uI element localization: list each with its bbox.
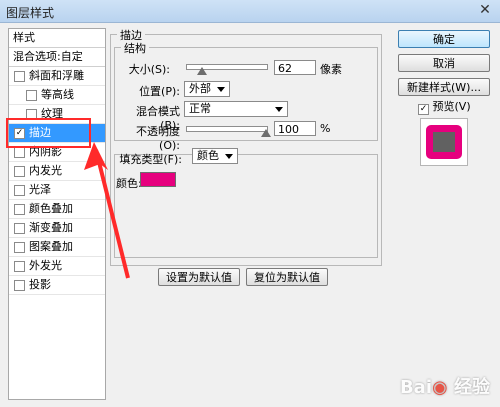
- layer-style-dialog: 图层样式 ✕ 样式 混合选项:自定 斜面和浮雕 等高线 纹理 ✓ 描边 内阴影 内发光 光泽颜…: [0, 0, 500, 407]
- watermark-logo: Bai◉ 经验: [399, 377, 490, 398]
- annotation-arrow: [84, 142, 130, 279]
